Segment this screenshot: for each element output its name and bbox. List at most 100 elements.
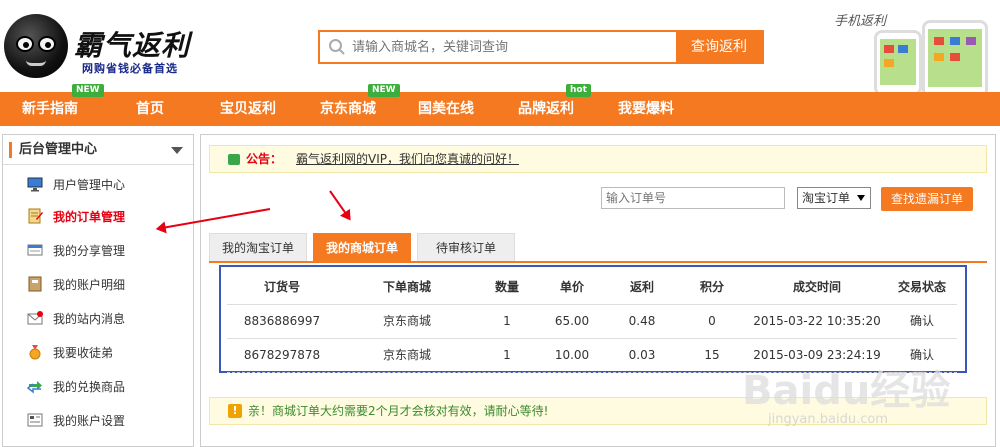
sidebar-item-label: 我要收徒弟	[53, 346, 114, 360]
new-badge: NEW	[72, 84, 104, 97]
tab-taobao-orders[interactable]: 我的淘宝订单	[209, 233, 307, 261]
medal-icon	[29, 345, 41, 360]
column-header: 积分	[699, 280, 724, 294]
sidebar-item-label: 我的账户设置	[53, 414, 126, 428]
sidebar-item-account-details[interactable]: 我的账户明细	[3, 271, 193, 299]
exchange-icon	[27, 381, 42, 394]
column-header: 订货号	[263, 280, 300, 294]
sidebar-item-label: 用户管理中心	[53, 178, 126, 192]
nav-item-label: 国美在线	[418, 101, 474, 117]
sidebar-item-label: 我的账户明细	[53, 278, 126, 292]
sidebar-item-label: 我的站内消息	[53, 312, 126, 326]
sidebar-item-label: 我的分享管理	[53, 244, 126, 258]
tab-underline	[209, 261, 987, 263]
points-cell: 0	[708, 314, 716, 328]
site-logo[interactable]: 霸气返利 网购省钱必备首选	[4, 10, 194, 82]
status-cell: 确认	[909, 314, 934, 328]
announcement-label: 公告：	[246, 152, 283, 166]
table-header-row: 订货号 下单商城 数量 单价 返利 积分 成交时间 交易状态	[227, 271, 957, 305]
order-type-select[interactable]: 淘宝订单	[797, 187, 871, 209]
column-header: 成交时间	[792, 280, 841, 294]
nav-item-label: 我要爆料	[618, 101, 674, 117]
search-button[interactable]: 查询返利	[676, 32, 762, 62]
announcement-bar: 公告： 霸气返利网的VIP，我们向您真诚的问好！	[209, 145, 987, 173]
mobile-promo-label: 手机返利	[834, 14, 887, 29]
quantity-cell: 1	[503, 314, 511, 328]
nav-item-label: 首页	[136, 101, 164, 117]
points-cell: 15	[704, 348, 720, 362]
find-missing-order-button[interactable]: 查找遗漏订单	[881, 187, 973, 211]
settings-icon	[27, 413, 43, 427]
announcement-link[interactable]: 霸气返利网的VIP，我们向您真诚的问好！	[296, 146, 519, 172]
sidebar-header-accent	[9, 142, 12, 158]
hot-badge: hot	[566, 84, 591, 97]
rebate-cell: 0.03	[628, 348, 656, 362]
site-header: 霸气返利 网购省钱必备首选 查询返利 手机返利	[0, 0, 1000, 98]
column-header: 下单商城	[382, 280, 431, 294]
nav-item-home[interactable]: 首页	[136, 92, 164, 126]
tab-mall-orders[interactable]: 我的商城订单	[313, 233, 411, 261]
share-icon	[27, 244, 43, 256]
nav-item-label: 品牌返利	[518, 101, 574, 117]
table-row[interactable]: 8836886997 京东商城 1 65.00 0.48 0 2015-03-2…	[227, 305, 957, 339]
sidebar-item-account-settings[interactable]: 我的账户设置	[3, 407, 193, 435]
dropdown-arrow-icon	[857, 195, 865, 201]
baidu-watermark: Baidu经验	[742, 368, 951, 414]
sidebar: 后台管理中心 用户管理中心 我的订单管理 我的分享管理 我的账户明细 我的站内消…	[2, 134, 194, 447]
search-bar: 查询返利	[318, 30, 764, 64]
tip-text: 亲！商城订单大约需要2个月才会核对有效，请耐心等待!	[248, 404, 549, 418]
nav-item-brand-rebate[interactable]: 品牌返利 hot	[518, 84, 591, 126]
search-icon	[329, 39, 345, 55]
mail-icon	[27, 311, 43, 325]
mall-cell: 京东商城	[382, 348, 431, 362]
sidebar-item-user-center[interactable]: 用户管理中心	[3, 171, 193, 199]
sidebar-item-label: 我的订单管理	[53, 210, 126, 224]
nav-item-guide[interactable]: 新手指南 NEW	[22, 84, 104, 126]
main-nav: 新手指南 NEW 首页 宝贝返利 京东商城 NEW 国美在线 品牌返利 hot …	[0, 84, 1000, 126]
order-number-input[interactable]	[601, 187, 785, 209]
order-id-cell: 8836886997	[243, 314, 321, 328]
orders-table: 订货号 下单商城 数量 单价 返利 积分 成交时间 交易状态 883688699…	[219, 265, 967, 373]
mascot-logo-icon	[4, 14, 68, 78]
new-badge: NEW	[368, 84, 400, 97]
quantity-cell: 1	[503, 348, 511, 362]
sidebar-item-recruit-apprentice[interactable]: 我要收徒弟	[3, 339, 193, 367]
sidebar-header[interactable]: 后台管理中心	[3, 135, 193, 165]
nav-item-tip-off[interactable]: 我要爆料	[618, 92, 674, 126]
nav-item-label: 新手指南	[22, 101, 78, 117]
phone-icon	[874, 30, 922, 96]
rebate-cell: 0.48	[628, 314, 656, 328]
logo-subtitle: 网购省钱必备首选	[82, 62, 178, 75]
ledger-icon	[28, 276, 42, 292]
column-header: 单价	[559, 280, 584, 294]
watermark-url: jingyan.baidu.com	[768, 412, 888, 427]
sidebar-item-label: 我的兑换商品	[53, 380, 126, 394]
order-icon	[28, 208, 43, 224]
column-header: 数量	[494, 280, 519, 294]
sidebar-title: 后台管理中心	[19, 142, 98, 157]
sidebar-item-my-shares[interactable]: 我的分享管理	[3, 237, 193, 265]
phone-icon	[922, 20, 988, 98]
tab-pending-orders[interactable]: 待审核订单	[417, 233, 515, 261]
nav-item-label: 京东商城	[320, 101, 376, 117]
column-header: 交易状态	[897, 280, 946, 294]
nav-item-label: 宝贝返利	[220, 101, 276, 117]
nav-item-item-rebate[interactable]: 宝贝返利	[220, 92, 276, 126]
logo-title: 霸气返利	[74, 29, 191, 62]
nav-item-jd[interactable]: 京东商城 NEW	[320, 84, 400, 126]
mall-cell: 京东商城	[382, 314, 431, 328]
speaker-icon	[228, 154, 240, 165]
order-type-selected: 淘宝订单	[802, 191, 851, 205]
time-cell: 2015-03-22 10:35:20	[753, 314, 881, 328]
nav-item-gome[interactable]: 国美在线	[418, 92, 474, 126]
warning-icon: !	[228, 404, 242, 418]
mobile-rebate-promo[interactable]: 手机返利	[826, 6, 1000, 98]
sidebar-item-site-messages[interactable]: 我的站内消息	[3, 305, 193, 333]
sidebar-item-exchange-goods[interactable]: 我的兑换商品	[3, 373, 193, 401]
price-cell: 65.00	[554, 314, 590, 328]
search-input[interactable]	[352, 32, 672, 62]
monitor-icon	[27, 177, 43, 192]
column-header: 返利	[629, 280, 654, 294]
price-cell: 10.00	[554, 348, 590, 362]
chevron-down-icon	[171, 147, 183, 154]
